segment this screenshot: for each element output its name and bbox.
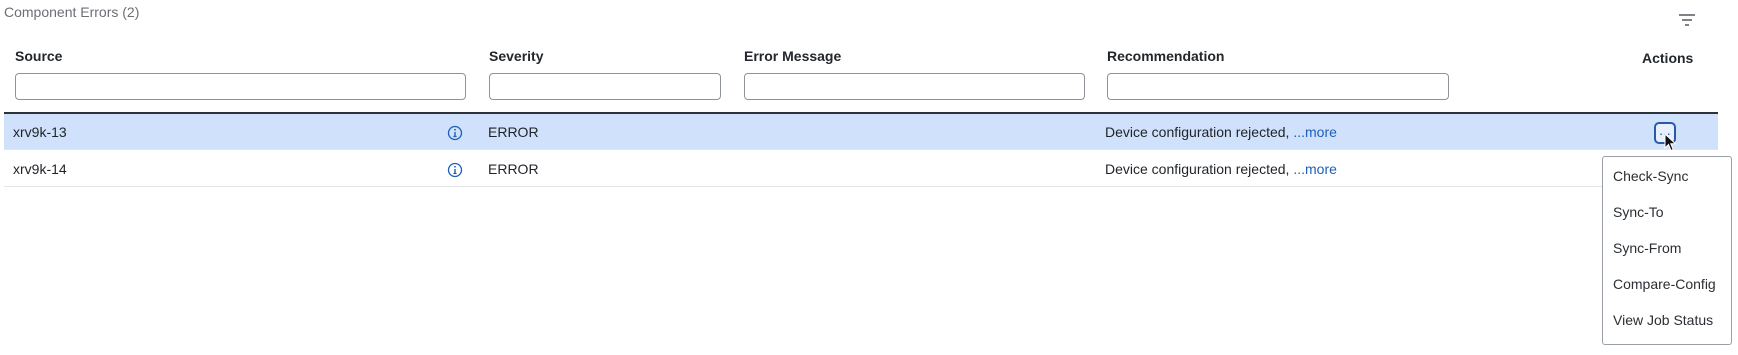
table-header: Source Severity Error Message Recommenda… (4, 48, 1718, 112)
menu-item-check-sync[interactable]: Check-Sync (1613, 168, 1688, 184)
recommendation-filter-input[interactable] (1107, 73, 1449, 100)
cell-severity: ERROR (488, 124, 539, 140)
more-link[interactable]: ...more (1293, 124, 1337, 140)
more-link[interactable]: ...more (1293, 161, 1337, 177)
menu-item-compare-config[interactable]: Compare-Config (1613, 276, 1716, 292)
cell-recommendation: Device configuration rejected, ...more (1105, 114, 1337, 150)
cell-recommendation: Device configuration rejected, ...more (1105, 151, 1337, 187)
recommendation-text: Device configuration rejected, (1105, 124, 1290, 140)
info-icon[interactable] (447, 125, 463, 141)
panel-title: Component Errors (2) (4, 4, 140, 20)
recommendation-text: Device configuration rejected, (1105, 161, 1290, 177)
column-header-error-message[interactable]: Error Message (744, 48, 841, 64)
column-header-source[interactable]: Source (15, 48, 62, 64)
column-header-recommendation[interactable]: Recommendation (1107, 48, 1224, 64)
actions-menu: Check-Sync Sync-To Sync-From Compare-Con… (1602, 156, 1732, 345)
table-row[interactable]: xrv9k-14 ERROR Device configuration reje… (4, 151, 1718, 187)
severity-filter-input[interactable] (489, 73, 721, 100)
table-row[interactable]: xrv9k-13 ERROR Device configuration reje… (4, 114, 1718, 150)
cell-source: xrv9k-13 (13, 124, 67, 140)
column-header-actions: Actions (1642, 50, 1694, 66)
menu-item-view-job-status[interactable]: View Job Status (1613, 312, 1713, 328)
cell-severity: ERROR (488, 161, 539, 177)
source-filter-input[interactable] (15, 73, 466, 100)
info-icon[interactable] (447, 162, 463, 178)
cell-source: xrv9k-14 (13, 161, 67, 177)
menu-item-sync-from[interactable]: Sync-From (1613, 240, 1681, 256)
menu-item-sync-to[interactable]: Sync-To (1613, 204, 1664, 220)
column-header-severity[interactable]: Severity (489, 48, 543, 64)
filter-lines-icon[interactable] (1676, 12, 1698, 28)
error-message-filter-input[interactable] (744, 73, 1085, 100)
mouse-cursor-icon (1664, 133, 1677, 152)
